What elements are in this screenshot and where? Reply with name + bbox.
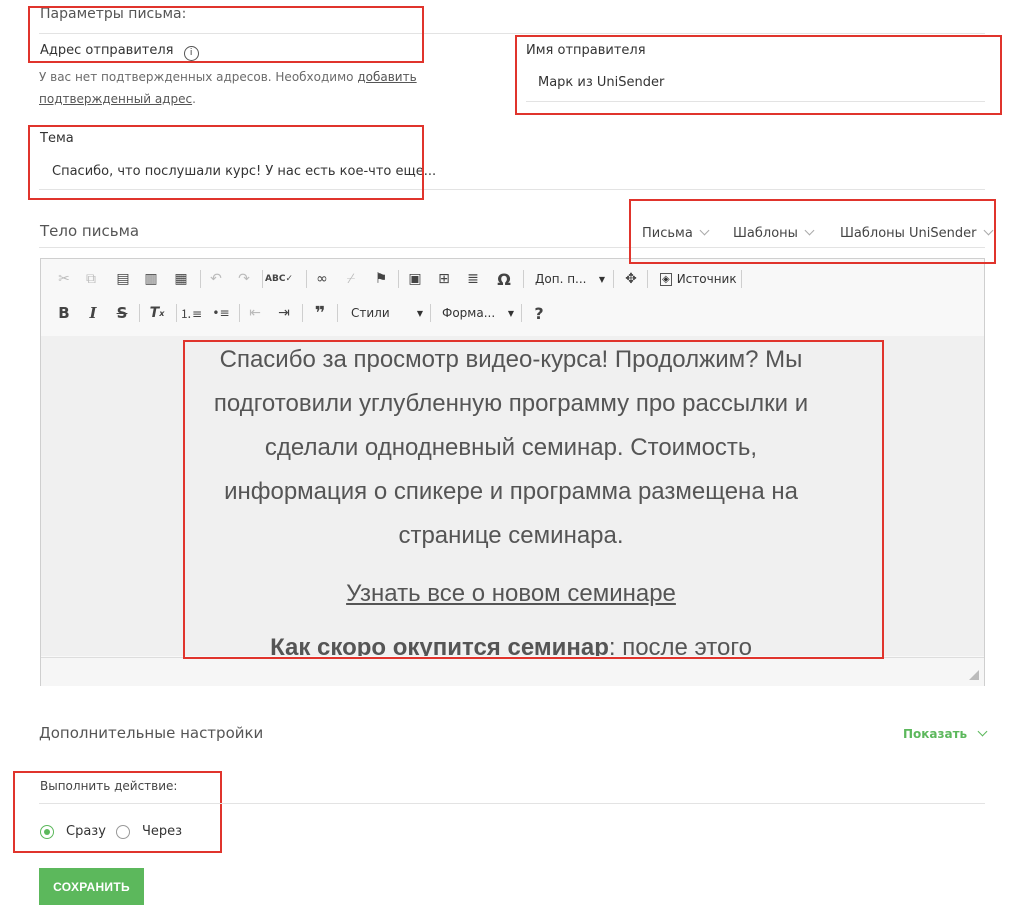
caret-down-icon: ▼	[598, 274, 605, 284]
table-icon[interactable]: ⊞	[435, 270, 453, 288]
strike-button[interactable]: S	[113, 304, 131, 322]
radio-later[interactable]	[116, 825, 130, 839]
toolbar-separator	[200, 270, 201, 288]
chevron-down-icon	[977, 726, 988, 737]
toolbar-separator	[239, 304, 240, 322]
toolbar-separator	[430, 304, 431, 322]
sender-address-note: У вас нет подтвержденных адресов. Необхо…	[39, 70, 417, 106]
numbered-list-icon[interactable]: ⒈≡	[180, 304, 202, 322]
highlight-box	[183, 340, 884, 659]
maximize-icon[interactable]: ✥	[622, 270, 640, 288]
unlink-icon[interactable]: ⌿	[342, 270, 360, 288]
radio-immediately-label[interactable]: Сразу	[66, 824, 106, 839]
highlight-box	[515, 35, 1002, 115]
spellcheck-icon[interactable]: ABC✓	[265, 270, 293, 288]
toolbar-separator	[139, 304, 140, 322]
toolbar-separator	[647, 270, 648, 288]
format-dropdown[interactable]: Форма... ▼	[442, 305, 514, 321]
caret-down-icon: ▼	[416, 308, 423, 318]
divider	[39, 803, 985, 804]
help-button[interactable]: ?	[530, 304, 548, 323]
body-label: Тело письма	[40, 222, 140, 240]
editor-statusbar	[41, 657, 984, 686]
paste-icon[interactable]: ▤	[114, 270, 132, 288]
horizontal-line-icon[interactable]: ≣	[464, 270, 482, 288]
styles-dropdown[interactable]: Стили ▼	[351, 305, 423, 321]
bulleted-list-icon[interactable]: •≡	[212, 304, 230, 322]
remove-format-icon[interactable]: Tx	[146, 304, 168, 322]
radio-immediately[interactable]	[40, 825, 54, 839]
toolbar-separator	[398, 270, 399, 288]
highlight-box	[28, 6, 424, 63]
radio-later-label[interactable]: Через	[142, 824, 182, 839]
toolbar-separator	[741, 270, 742, 288]
toolbar-separator	[613, 270, 614, 288]
show-toggle[interactable]: Показать	[903, 726, 988, 741]
toolbar-separator	[262, 270, 263, 288]
toolbar-separator	[337, 304, 338, 322]
undo-icon[interactable]: ↶	[207, 270, 225, 288]
toolbar-separator	[306, 270, 307, 288]
paste-text-icon[interactable]: ▥	[142, 270, 160, 288]
image-icon[interactable]: ▣	[406, 270, 424, 288]
resize-handle-icon[interactable]	[969, 670, 979, 680]
highlight-box	[28, 125, 424, 200]
caret-down-icon: ▼	[507, 308, 514, 318]
save-button[interactable]: СОХРАНИТЬ	[39, 868, 144, 905]
copy-icon[interactable]: ⧉	[82, 270, 100, 288]
italic-button[interactable]: I	[84, 304, 102, 322]
redo-icon[interactable]: ↷	[235, 270, 253, 288]
link-icon[interactable]: ∞	[313, 270, 331, 288]
special-char-icon[interactable]: Ω	[495, 270, 513, 289]
blockquote-icon[interactable]: ❞	[311, 303, 329, 324]
indent-icon[interactable]: ⇥	[275, 304, 293, 322]
source-icon: ◈	[660, 272, 672, 286]
toolbar-separator	[302, 304, 303, 322]
cut-icon[interactable]: ✂	[55, 270, 73, 288]
outdent-icon[interactable]: ⇤	[246, 304, 264, 322]
toolbar-separator	[521, 304, 522, 322]
toolbar-separator	[176, 304, 177, 322]
toolbar-separator	[523, 270, 524, 288]
anchor-flag-icon[interactable]: ⚑	[372, 270, 390, 288]
highlight-box	[629, 199, 996, 264]
more-options-dropdown[interactable]: Доп. п... ▼	[535, 271, 605, 287]
action-label: Выполнить действие:	[40, 779, 178, 793]
bold-button[interactable]: B	[55, 304, 73, 322]
paste-word-icon[interactable]: ▦	[172, 270, 190, 288]
source-button[interactable]: ◈ Источник	[660, 271, 738, 287]
additional-settings-label: Дополнительные настройки	[39, 724, 264, 742]
